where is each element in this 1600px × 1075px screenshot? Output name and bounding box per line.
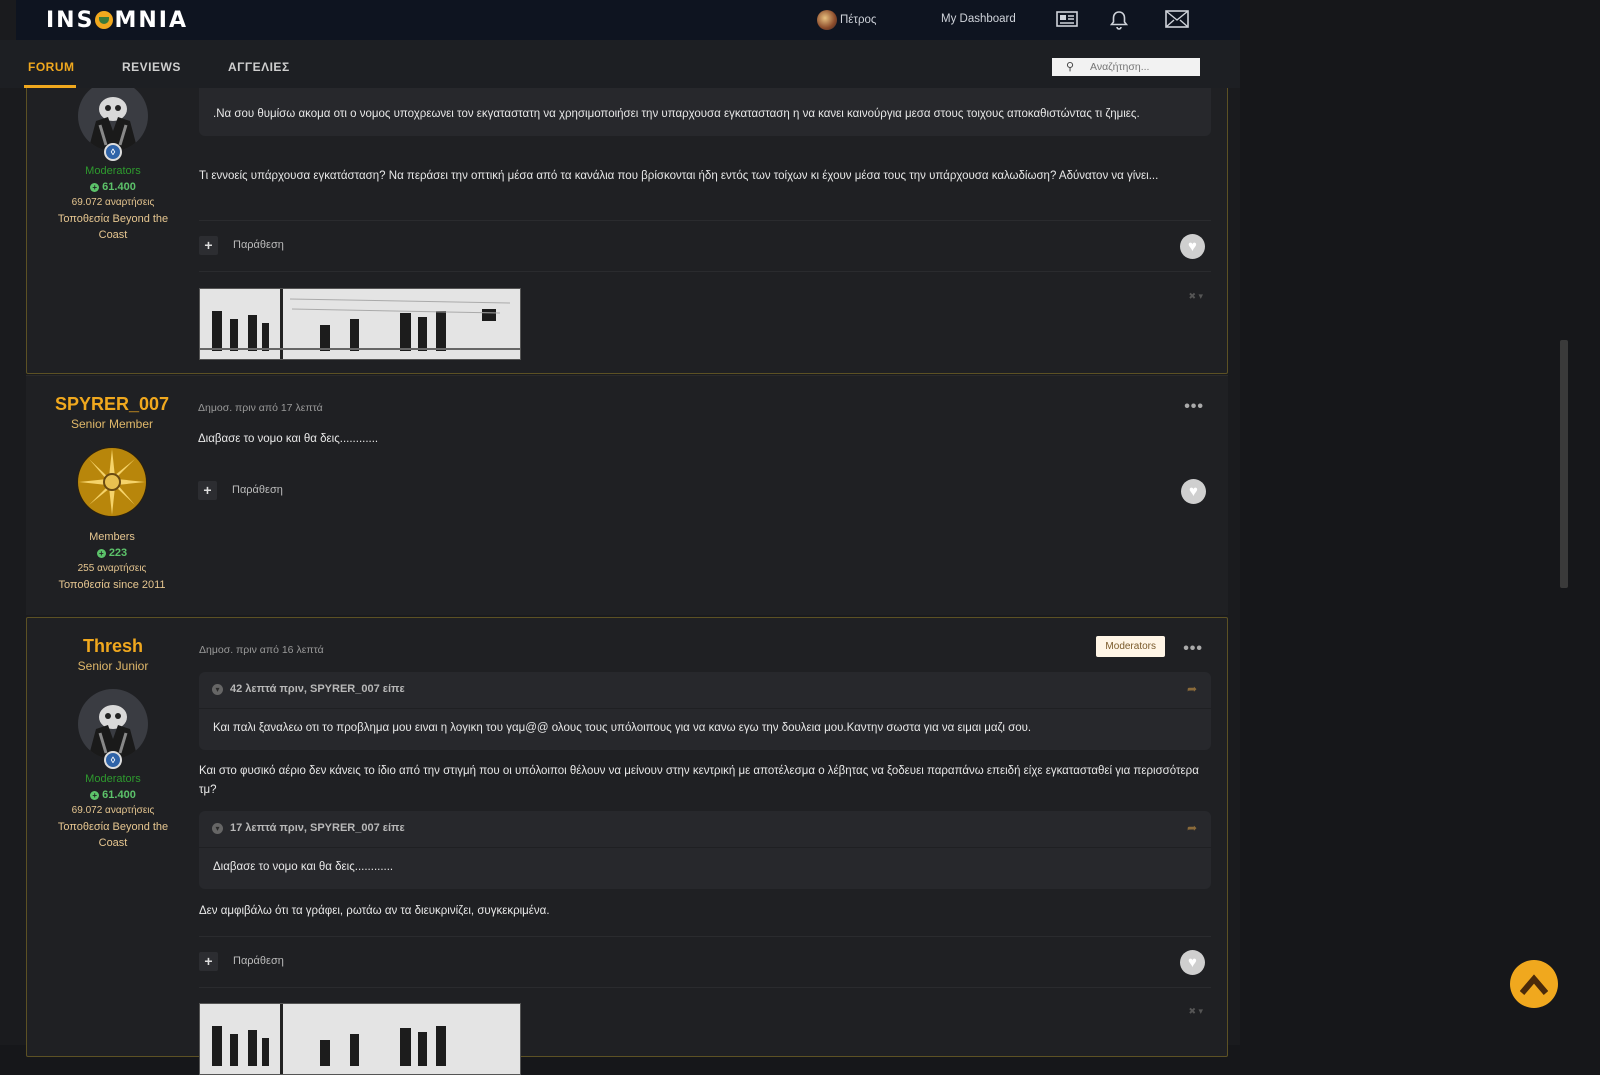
quote-header[interactable]: ▾ 17 λεπτά πριν, SPYRER_007 είπε ➦ (199, 811, 1211, 848)
moderators-badge: Moderators (1096, 636, 1165, 657)
my-dashboard-link[interactable]: My Dashboard (941, 13, 1016, 25)
post-body: Διαβασε το νομο και θα δεις............ (198, 433, 379, 445)
user-name: Πέτρος (840, 14, 877, 26)
quote-button[interactable]: Παράθεση (233, 239, 284, 251)
quote-button[interactable]: Παράθεση (233, 955, 284, 967)
news-icon[interactable] (1056, 10, 1078, 31)
logo-o-icon (95, 11, 114, 29)
reputation: +223 (26, 547, 198, 559)
post-spyrer: SPYRER_007 Senior Member Members + 223 2… (26, 375, 1228, 615)
avatar[interactable]: ◊ (78, 81, 148, 161)
quote-text: .Να σου θυμίσω ακομα οτι ο νομος υποχρεω… (213, 108, 1140, 120)
chevron-up-icon (1520, 974, 1548, 995)
post-actions: + Παράθεση ♥ (199, 220, 1211, 272)
site-logo[interactable]: INS MNIA (46, 8, 188, 33)
post-options-icon[interactable]: ••• (1184, 398, 1204, 416)
page-scrollbar[interactable] (1560, 340, 1568, 588)
signature-image (199, 1003, 521, 1075)
quote-citation: 42 λεπτά πριν, SPYRER_007 είπε (230, 683, 405, 695)
forum-page: ◊ Moderators +61.400 69.072 αναρτήσεις Τ… (0, 0, 1240, 1075)
moderator-shield-icon: ◊ (104, 751, 122, 769)
mail-icon[interactable] (1165, 10, 1189, 31)
signature-close-icon[interactable]: ✖ ▾ (1188, 1006, 1203, 1017)
signature-image (199, 288, 521, 360)
collapse-quote-icon[interactable]: ▾ (212, 823, 223, 834)
post-body: Και στο φυσικό αέριο δεν κάνεις το ίδιο … (199, 765, 1199, 796)
active-tab-indicator (24, 85, 76, 88)
author-location: Τοποθεσία since 2011 (58, 579, 166, 591)
main-navigation: FORUM REVIEWS ΑΓΓΕΛΙΕΣ ⚲ (0, 40, 1240, 88)
post-actions: + Παράθεση ♥ (199, 936, 1211, 988)
search-input[interactable] (1090, 58, 1195, 76)
quote-citation: 17 λεπτά πριν, SPYRER_007 είπε (230, 822, 405, 834)
search-box[interactable]: ⚲ (1052, 58, 1200, 76)
post-actions: + Παράθεση ♥ (198, 466, 1212, 516)
like-heart-icon[interactable]: ♥ (1180, 950, 1205, 975)
post-body: Δεν αμφιβάλω ότι τα γράφει, ρωτάω αν τα … (199, 905, 550, 917)
bell-icon[interactable] (1109, 10, 1129, 33)
post-author: Thresh Senior Junior ◊ Moderators +61.40… (27, 618, 199, 851)
multiquote-plus-button[interactable]: + (199, 952, 218, 971)
author-group: Moderators (85, 165, 141, 177)
plus-circle-icon: + (90, 791, 100, 800)
author-group: Members (89, 531, 135, 543)
quote-block: .Να σου θυμίσω ακομα οτι ο νομος υποχρεω… (199, 81, 1211, 136)
quote-text: Διαβασε το νομο και θα δεις............ (213, 861, 394, 873)
tab-aggelies[interactable]: ΑΓΓΕΛΙΕΣ (228, 60, 290, 74)
top-bar: INS MNIA Πέτρος My Dashboard (16, 0, 1240, 40)
author-name[interactable]: SPYRER_007 (26, 394, 198, 415)
post-body: Τι εννοείς υπάρχουσα εγκατάσταση? Να περ… (199, 170, 1159, 182)
user-menu[interactable]: Πέτρος (817, 10, 876, 30)
go-to-post-icon[interactable]: ➦ (1187, 821, 1197, 835)
post-count: 255 αναρτήσεις (77, 563, 147, 574)
collapse-quote-icon[interactable]: ▾ (212, 684, 223, 695)
author-location: Τοποθεσία Beyond the Coast (57, 821, 169, 849)
plus-circle-icon: + (90, 183, 100, 192)
author-name[interactable]: Thresh (27, 636, 199, 657)
quote-block: ▾ 42 λεπτά πριν, SPYRER_007 είπε ➦ Και π… (199, 672, 1211, 750)
scroll-to-top-button[interactable] (1510, 960, 1558, 1008)
user-avatar (817, 10, 837, 30)
multiquote-plus-button[interactable]: + (199, 236, 218, 255)
post-date[interactable]: Δημοσ. πριν από 16 λεπτά (199, 644, 324, 656)
like-heart-icon[interactable]: ♥ (1181, 479, 1206, 504)
multiquote-plus-button[interactable]: + (198, 481, 217, 500)
quote-block: ▾ 17 λεπτά πριν, SPYRER_007 είπε ➦ Διαβα… (199, 811, 1211, 889)
search-icon[interactable]: ⚲ (1066, 60, 1074, 73)
post-date[interactable]: Δημοσ. πριν από 17 λεπτά (198, 402, 323, 414)
author-location: Τοποθεσία Beyond the Coast (57, 213, 169, 241)
author-title: Senior Member (70, 417, 154, 431)
reputation: +61.400 (27, 181, 199, 193)
tab-forum[interactable]: FORUM (28, 60, 75, 74)
go-to-post-icon[interactable]: ➦ (1187, 682, 1197, 696)
post-thresh: Thresh Senior Junior ◊ Moderators +61.40… (26, 617, 1228, 1075)
quote-button[interactable]: Παράθεση (232, 484, 283, 496)
plus-circle-icon: + (96, 549, 106, 558)
post-author: SPYRER_007 Senior Member Members + 223 2… (26, 376, 198, 593)
tab-reviews[interactable]: REVIEWS (122, 60, 181, 74)
avatar[interactable]: ◊ (78, 689, 148, 769)
post-count: 69.072 αναρτήσεις (71, 197, 155, 208)
author-title: Senior Junior (77, 659, 149, 673)
post-count: 69.072 αναρτήσεις (71, 805, 155, 816)
quote-header[interactable]: ▾ 42 λεπτά πριν, SPYRER_007 είπε ➦ (199, 672, 1211, 709)
signature-close-icon[interactable]: ✖ ▾ (1188, 291, 1203, 302)
like-heart-icon[interactable]: ♥ (1180, 234, 1205, 259)
author-group: Moderators (85, 773, 141, 785)
moderator-shield-icon: ◊ (104, 143, 122, 161)
reputation: +61.400 (27, 789, 199, 801)
avatar[interactable] (77, 447, 147, 517)
quote-text: Και παλι ξαναλεω οτι το προβλημα μου ειν… (213, 722, 1032, 734)
post-thresh-previous: ◊ Moderators +61.400 69.072 αναρτήσεις Τ… (26, 40, 1228, 374)
post-options-icon[interactable]: ••• (1183, 640, 1203, 658)
